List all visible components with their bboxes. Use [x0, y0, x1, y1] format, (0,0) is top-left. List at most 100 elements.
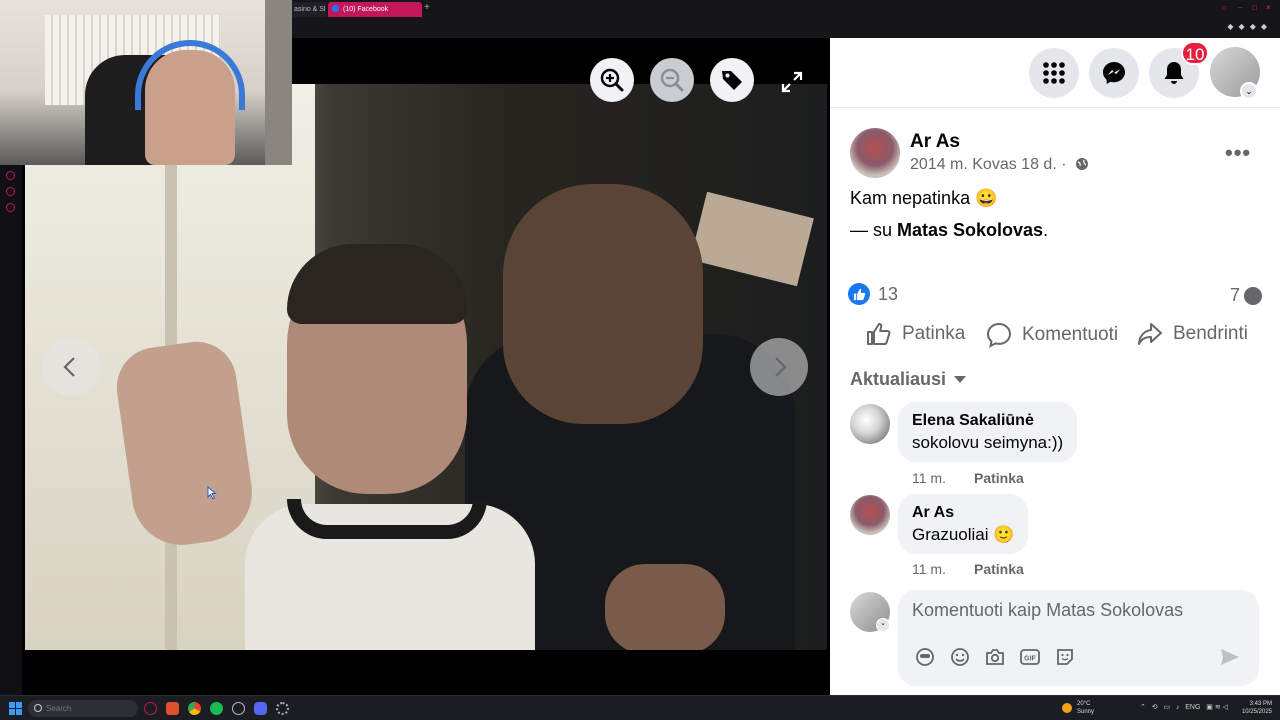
previous-photo-button[interactable]: [42, 338, 100, 396]
share-button[interactable]: Bendrinti: [1137, 322, 1248, 346]
comment-text: sokolovu seimyna:)): [912, 433, 1064, 452]
comment-time[interactable]: 11 m.: [912, 470, 946, 486]
opera-gx-icon[interactable]: [144, 702, 157, 715]
search-icon[interactable]: ○: [1222, 3, 1227, 12]
brave-icon[interactable]: [166, 702, 179, 715]
send-icon[interactable]: [1219, 646, 1241, 668]
next-photo-button[interactable]: [750, 338, 808, 396]
globe-icon: [1075, 158, 1088, 170]
clock-time: 3:43 PM: [1249, 701, 1272, 707]
tag-photo-button[interactable]: [710, 58, 754, 102]
comment-author-name[interactable]: Elena Sakaliūnė: [912, 410, 1063, 432]
comment-sort-dropdown[interactable]: Aktualiausi: [850, 369, 967, 390]
post-with-prefix: — su: [850, 220, 898, 240]
system-tray[interactable]: ⌃ ⟲ ▭ ♪ ENG ▣ ≋ ◁: [1140, 703, 1228, 711]
obs-icon[interactable]: [232, 702, 245, 715]
comment-bubble: Elena Sakaliūnė sokolovu seimyna:)): [898, 402, 1078, 462]
fullscreen-icon: [781, 71, 803, 93]
chrome-icon[interactable]: [188, 702, 201, 715]
mouse-cursor-icon: [207, 486, 217, 500]
chevron-right-icon: [775, 357, 787, 377]
taskbar-search-input[interactable]: [28, 700, 138, 717]
bell-icon: [1164, 62, 1184, 84]
grid-menu-icon: [1043, 62, 1065, 84]
language-indicator[interactable]: ENG: [1185, 704, 1200, 711]
post-details-panel: 10 ⌄ Ar As 2014 m. Kovas 18 d. · ••• Kam…: [830, 38, 1280, 695]
messenger-button[interactable]: [1089, 48, 1139, 98]
tray-chevron-up-icon[interactable]: ⌃: [1140, 704, 1146, 711]
screen: asino & Sl (10) Facebook + ○ – □ × ◆◆◆◆: [0, 0, 1280, 720]
zoom-out-button[interactable]: [650, 58, 694, 102]
reactions-summary[interactable]: 13: [848, 283, 898, 305]
comment-icon: [986, 322, 1012, 348]
new-tab-button[interactable]: +: [424, 2, 434, 13]
comment-author-name[interactable]: Ar As: [912, 502, 1014, 524]
tray-usb-icon[interactable]: ▭: [1163, 704, 1170, 711]
close-icon[interactable]: ×: [1266, 3, 1271, 12]
like-button-label: Patinka: [902, 323, 966, 344]
browser-extensions-icon[interactable]: ◆◆◆◆: [1227, 22, 1272, 31]
chevron-left-icon: [63, 357, 75, 377]
browser-tab-facebook[interactable]: (10) Facebook: [328, 2, 422, 17]
browser-tab-facebook-label: (10) Facebook: [343, 6, 389, 13]
tray-mic-icon[interactable]: ♪: [1176, 704, 1180, 711]
zoom-in-button[interactable]: [590, 58, 634, 102]
comment-time[interactable]: 11 m.: [912, 561, 946, 577]
post-author-name[interactable]: Ar As: [910, 131, 960, 153]
tagged-user-link[interactable]: Matas Sokolovas: [897, 220, 1043, 240]
post-tagged: — su Matas Sokolovas.: [850, 220, 1048, 241]
likes-count: 13: [878, 283, 899, 304]
svg-text:GIF: GIF: [1024, 656, 1036, 663]
avatar-sticker-icon[interactable]: [914, 646, 936, 668]
photo: [25, 84, 827, 650]
emoji-icon[interactable]: [949, 646, 971, 668]
tray-network-icon[interactable]: ⟲: [1152, 704, 1158, 711]
post-author-avatar[interactable]: [850, 128, 900, 178]
sidebar-wallet-icon[interactable]: [6, 187, 15, 196]
comments-count-link[interactable]: 7: [1230, 285, 1263, 306]
comment-composer: GIF: [898, 590, 1259, 686]
tray-monitor-icon[interactable]: ▣: [1206, 704, 1213, 711]
like-reaction-icon: [848, 283, 870, 305]
weather-temp: 20°C: [1077, 701, 1091, 707]
maximize-icon[interactable]: □: [1252, 3, 1257, 12]
sidebar-history-icon[interactable]: [6, 171, 15, 180]
comment-like-button[interactable]: Patinka: [974, 561, 1024, 577]
tray-volume-icon[interactable]: ◁: [1223, 704, 1228, 711]
fullscreen-button[interactable]: [778, 68, 806, 96]
settings-gear-icon[interactable]: [276, 702, 289, 715]
comment-button[interactable]: Komentuoti: [986, 322, 1118, 348]
more-options-button[interactable]: •••: [1225, 140, 1251, 166]
discord-icon[interactable]: [254, 702, 267, 715]
comment-author-avatar[interactable]: [850, 404, 890, 444]
weather-widget[interactable]: 20°C Sunny: [1062, 700, 1094, 716]
comment-text: Grazuoliai 🙂: [912, 525, 1015, 544]
minimize-icon[interactable]: –: [1238, 3, 1242, 12]
chevron-down-icon[interactable]: ⌄: [876, 618, 890, 632]
spotify-icon[interactable]: [210, 702, 223, 715]
camera-icon[interactable]: [984, 646, 1006, 668]
post-text: Kam nepatinka 😀: [850, 188, 998, 208]
windows-start-icon[interactable]: [9, 702, 22, 715]
comment-author-avatar[interactable]: [850, 495, 890, 535]
sun-icon: [1062, 703, 1072, 713]
comments-count: 7: [1230, 285, 1241, 305]
comment-like-button[interactable]: Patinka: [974, 470, 1024, 486]
post-with-suffix: .: [1043, 220, 1049, 240]
comment-button-label: Komentuoti: [1022, 324, 1119, 345]
like-button[interactable]: Patinka: [866, 322, 965, 346]
notification-badge: 10: [1181, 41, 1209, 65]
facebook-favicon-icon: [332, 5, 339, 12]
tray-wifi-icon[interactable]: ≋: [1215, 704, 1221, 711]
post-timestamp[interactable]: 2014 m. Kovas 18 d. ·: [910, 156, 1089, 174]
comment-input[interactable]: [912, 600, 1232, 621]
facebook-header: 10 ⌄: [830, 38, 1280, 108]
sticker-icon[interactable]: [1054, 646, 1076, 668]
account-chevron-down-icon[interactable]: ⌄: [1240, 82, 1258, 100]
menu-button[interactable]: [1029, 48, 1079, 98]
sidebar-settings-icon[interactable]: [6, 203, 15, 212]
browser-tab-casino[interactable]: asino & Sl: [290, 2, 326, 17]
gif-icon[interactable]: GIF: [1019, 646, 1041, 668]
taskbar-clock[interactable]: 3:43 PM 10/25/2025: [1236, 700, 1272, 716]
comment-meta: 11 m. Patinka: [912, 561, 1024, 577]
